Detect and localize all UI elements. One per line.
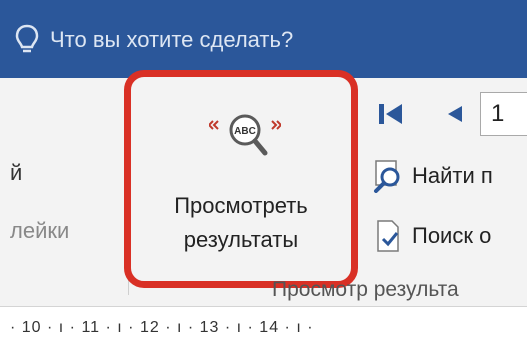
preview-results-button[interactable]: ABC Просмотреть результаты [124,70,358,288]
left-group-label-top: й [10,160,23,185]
preview-abc-magnifier-icon: ABC [209,114,281,156]
ruler: · 10 · ı · 11 · ı · 12 · ı · 13 · ı · 14… [0,306,527,348]
first-record-button[interactable] [376,94,406,134]
check-errors-label: Поиск о [412,223,492,248]
title-bar: Что вы хотите сделать? [0,0,527,78]
left-group-label-bottom: лейки [10,218,70,243]
find-recipient-button[interactable]: Найти п [372,156,493,196]
previous-record-button[interactable] [442,94,466,134]
lightbulb-icon [15,24,39,53]
record-number-input[interactable]: 1 [480,92,527,136]
check-errors-icon [377,220,399,252]
preview-results-label: Просмотреть результаты [174,193,308,252]
tell-me-box[interactable]: Что вы хотите сделать? [14,22,293,58]
preview-results-group-label: Просмотр результа [272,278,459,301]
svg-text:ABC: ABC [234,126,256,137]
ruler-numbers: · 10 · ı · 11 · ı · 12 · ı · 13 · ı · 14… [10,319,314,336]
find-recipient-label: Найти п [412,163,493,188]
previous-record-icon [448,106,462,122]
find-recipient-icon [374,160,400,193]
tell-me-placeholder: Что вы хотите сделать? [50,27,294,52]
first-record-icon [379,104,402,124]
check-errors-button[interactable]: Поиск о [372,216,491,256]
